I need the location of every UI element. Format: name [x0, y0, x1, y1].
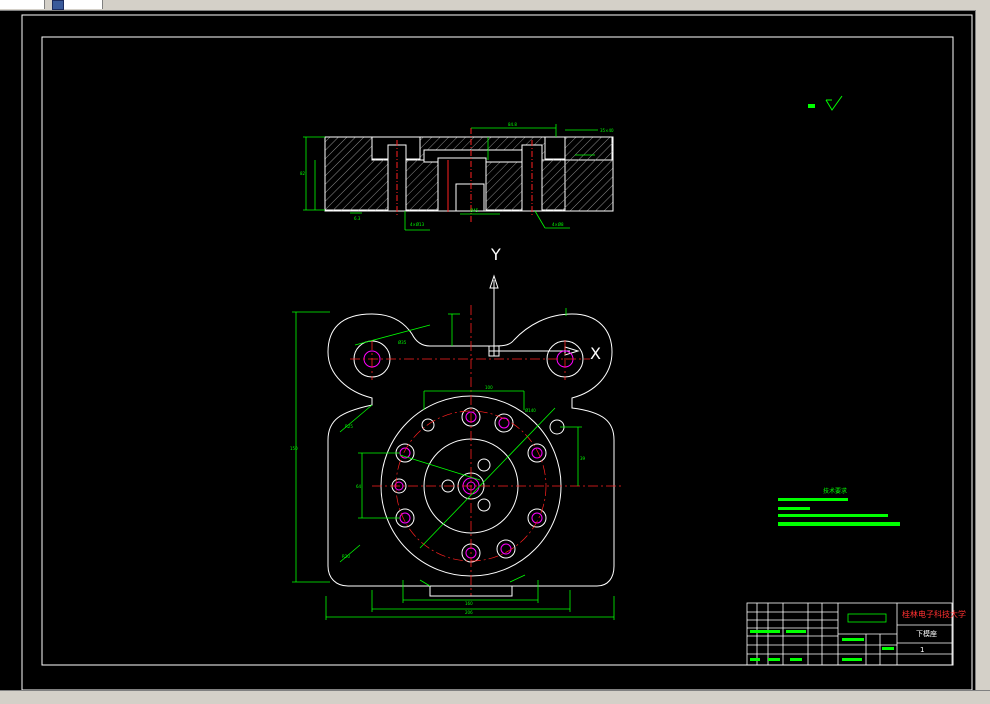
- svg-text:100: 100: [485, 385, 493, 390]
- svg-text:R20: R20: [342, 554, 350, 559]
- cad-model-space[interactable]: 84.8 35×40 82 6.3 4×Ø13 Ø45 4×Ø8 Y X 150…: [0, 10, 975, 690]
- svg-text:160: 160: [465, 601, 473, 606]
- svg-text:206: 206: [465, 610, 473, 615]
- axis-y-label: Y: [490, 245, 501, 264]
- axis-x-label: X: [590, 344, 601, 363]
- svg-text:39: 39: [580, 456, 586, 461]
- svg-text:6.3: 6.3: [354, 216, 361, 221]
- svg-text:150: 150: [290, 446, 298, 451]
- technical-requirements: 技术要求: [778, 487, 900, 526]
- svg-text:Ø35: Ø35: [398, 340, 407, 345]
- title-block-sheet-number: 1: [920, 646, 924, 654]
- svg-text:Ø140: Ø140: [525, 408, 536, 413]
- svg-text:4×Ø8: 4×Ø8: [552, 222, 564, 227]
- plan-dimension-text: 150 206 160 100 64 39 R25 R20 Ø140 Ø35: [290, 340, 586, 615]
- section-view: 84.8 35×40 82 6.3 4×Ø13 Ø45 4×Ø8: [300, 122, 614, 231]
- svg-text:82: 82: [300, 171, 306, 176]
- svg-text:Ø45: Ø45: [470, 208, 479, 213]
- title-block-university: 桂林电子科技大学: [902, 609, 966, 619]
- document-icon[interactable]: [52, 0, 64, 10]
- paper-border: [21, 14, 973, 690]
- title-block-part-name: 下模座: [916, 629, 937, 638]
- svg-text:64: 64: [356, 484, 362, 489]
- horizontal-scrollbar[interactable]: [0, 690, 990, 704]
- tech-req-title: 技术要求: [823, 487, 847, 495]
- document-tab-1[interactable]: [0, 0, 45, 9]
- svg-text:35×40: 35×40: [600, 128, 614, 133]
- vertical-scrollbar[interactable]: [975, 10, 990, 690]
- document-tab-2[interactable]: [64, 0, 103, 9]
- svg-text:4×Ø13: 4×Ø13: [410, 222, 425, 227]
- svg-text:R25: R25: [345, 424, 353, 429]
- svg-text:84.8: 84.8: [508, 122, 517, 127]
- surface-roughness-symbol: [808, 95, 843, 111]
